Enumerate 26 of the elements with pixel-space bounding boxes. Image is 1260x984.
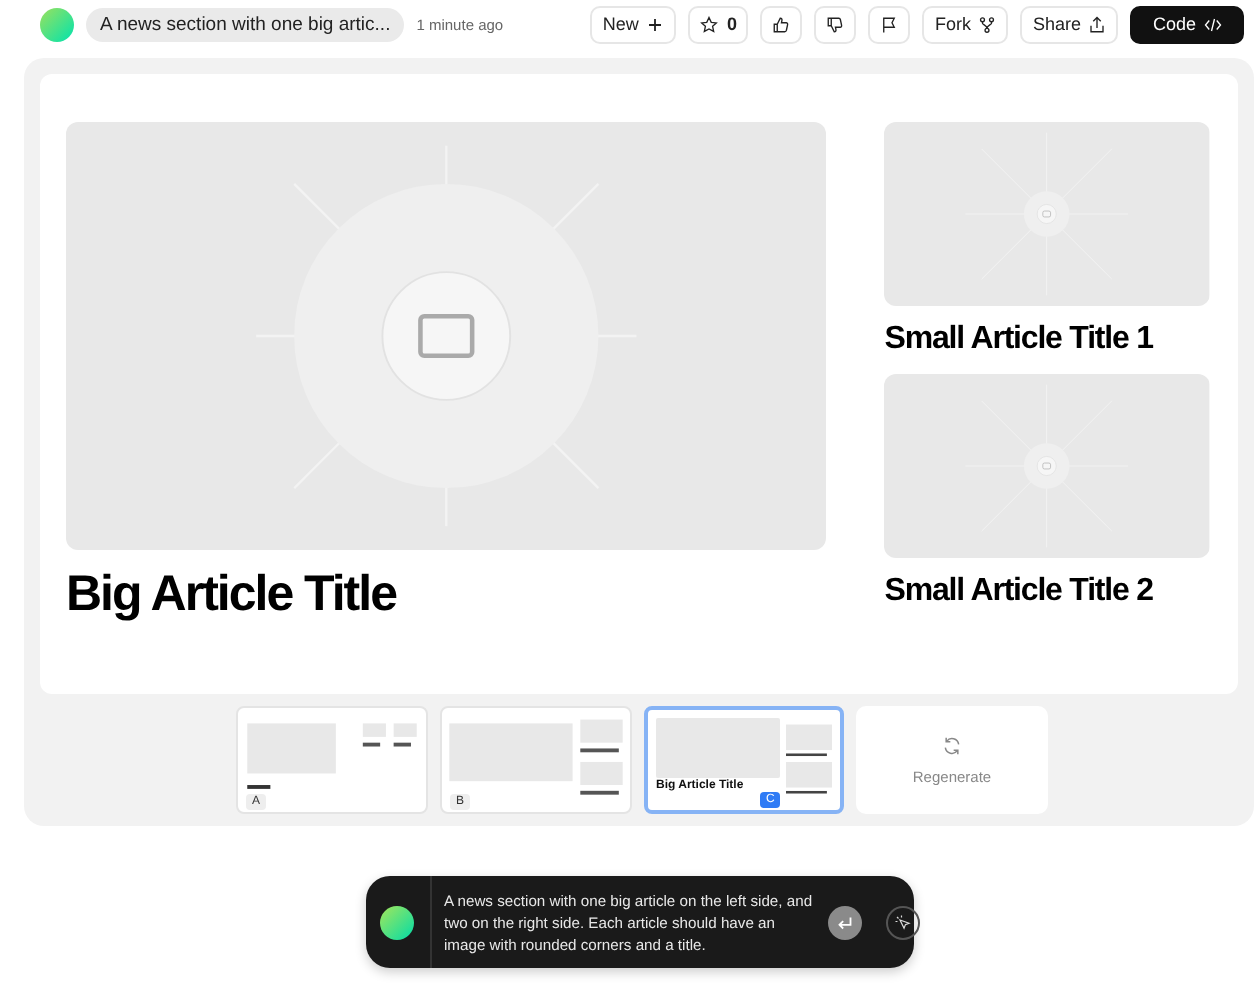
thumbs-up-icon [772, 15, 791, 33]
submit-button[interactable] [828, 905, 862, 939]
avatar [380, 905, 414, 939]
small-article-title: Small Article Title 1 [884, 322, 1156, 358]
share-button[interactable]: Share [1020, 5, 1119, 43]
fork-button[interactable]: Fork [922, 5, 1009, 43]
thumbs-down-icon [826, 15, 845, 33]
refresh-icon [942, 735, 962, 755]
fork-icon [978, 15, 997, 33]
share-icon [1088, 15, 1107, 33]
flag-button[interactable] [868, 5, 911, 43]
code-icon [1204, 15, 1222, 33]
small-article-title: Small Article Title 2 [884, 574, 1155, 610]
avatar [40, 7, 74, 41]
star-button[interactable]: 0 [688, 5, 749, 43]
pointer-button[interactable] [886, 905, 920, 939]
cursor-icon [894, 913, 912, 931]
new-button[interactable]: New [590, 5, 677, 43]
big-article-title: Big Article Title [66, 566, 399, 624]
flag-icon [880, 15, 899, 33]
plus-icon [646, 15, 665, 33]
star-icon [700, 15, 719, 33]
chat-title[interactable]: A news section with one big artic... [86, 7, 405, 41]
dislike-button[interactable] [814, 5, 857, 43]
code-button[interactable]: Code [1130, 5, 1244, 43]
like-button[interactable] [760, 5, 803, 43]
